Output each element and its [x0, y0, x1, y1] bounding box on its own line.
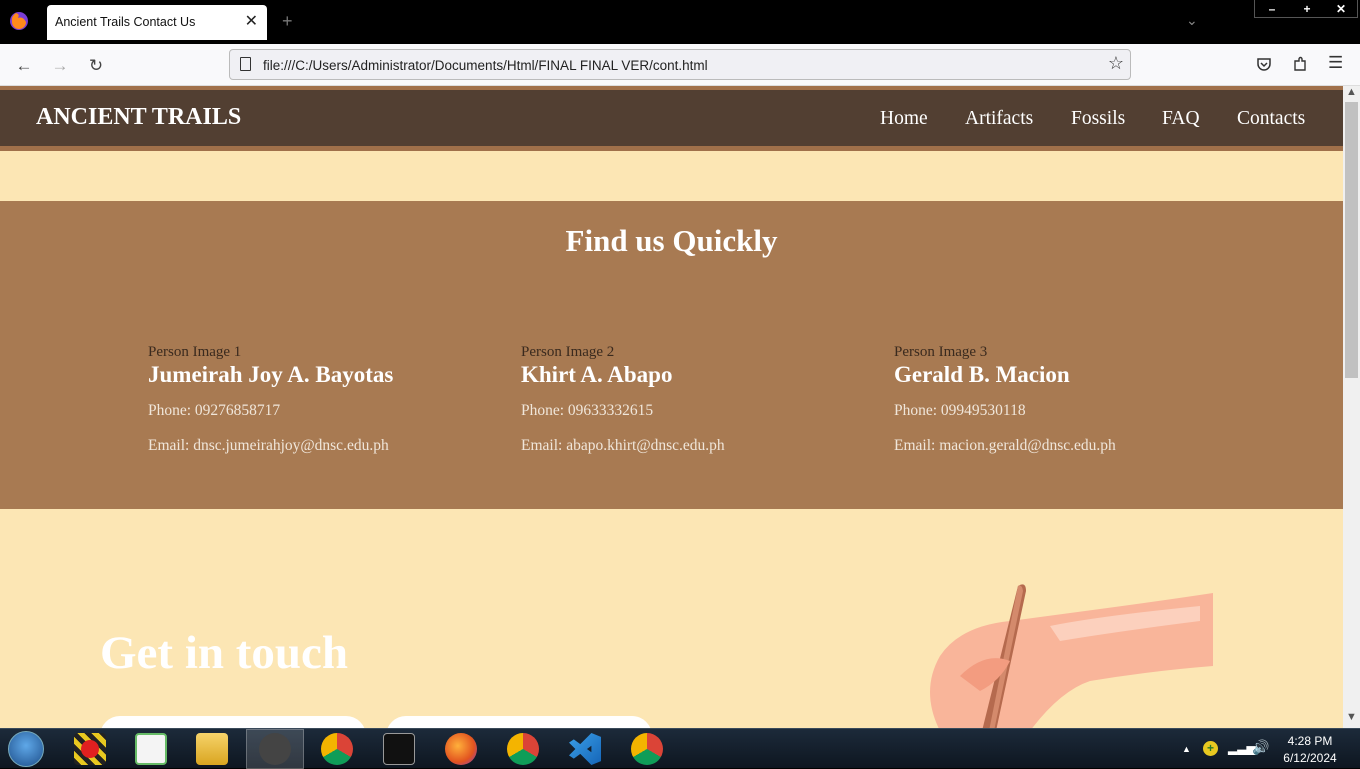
vscode-icon[interactable] — [569, 733, 601, 765]
page-viewport: ANCIENT TRAILS Home Artifacts Fossils FA… — [0, 86, 1343, 728]
site-logo[interactable]: ANCIENT TRAILS — [36, 104, 241, 131]
person-phone: Phone: 09949530118 — [894, 402, 1026, 419]
nav-home[interactable]: Home — [880, 108, 928, 130]
minimize-icon[interactable]: – — [1255, 0, 1289, 18]
scroll-up-icon[interactable]: ▲ — [1346, 86, 1357, 98]
chrome-profile-icon[interactable] — [507, 733, 539, 765]
scroll-down-icon[interactable]: ▼ — [1346, 711, 1357, 723]
person-email: Email: macion.gerald@dnsc.edu.ph — [894, 437, 1116, 454]
clock-date: 6/12/2024 — [1283, 751, 1337, 765]
person-image: Person Image 2 — [521, 344, 615, 360]
command-prompt-icon[interactable] — [383, 733, 415, 765]
get-in-touch-heading: Get in touch — [100, 627, 349, 679]
email-input[interactable] — [386, 716, 652, 728]
pocket-icon[interactable] — [1256, 56, 1272, 72]
address-bar[interactable]: file:///C:/Users/Administrator/Documents… — [229, 49, 1131, 80]
chrome-icon[interactable] — [321, 733, 353, 765]
contact-card: Person Image 3 Gerald B. Macion Phone: 0… — [894, 344, 1234, 455]
find-us-section: Find us Quickly Person Image 1 Jumeirah … — [0, 201, 1343, 509]
back-arrow-icon[interactable]: ← — [14, 56, 34, 76]
windows-taskbar: ▲ + ▂▃▅ 🔊 4:28 PM 6/12/2024 — [0, 728, 1360, 769]
firefox-taskbar-icon[interactable] — [445, 733, 477, 765]
person-email: Email: dnsc.jumeirahjoy@dnsc.edu.ph — [148, 437, 389, 454]
contact-card: Person Image 2 Khirt A. Abapo Phone: 096… — [521, 344, 861, 455]
nav-faq[interactable]: FAQ — [1162, 108, 1200, 130]
menu-icon[interactable]: ☰ — [1328, 53, 1343, 73]
section-title: Find us Quickly — [565, 223, 778, 258]
maximize-icon[interactable]: + — [1290, 0, 1324, 18]
recorder-app-icon[interactable] — [74, 733, 106, 765]
close-tab-icon[interactable]: ✕ — [245, 11, 258, 31]
person-image: Person Image 3 — [894, 344, 988, 360]
writing-hand-illustration — [930, 584, 1213, 728]
person-image: Person Image 1 — [148, 344, 242, 360]
page-icon — [240, 57, 251, 71]
nav-fossils[interactable]: Fossils — [1071, 108, 1125, 130]
new-tab-icon[interactable]: + — [282, 11, 293, 32]
scrollbar-thumb[interactable] — [1345, 102, 1358, 378]
system-clock[interactable]: 4:28 PM 6/12/2024 — [1278, 733, 1342, 767]
person-name: Khirt A. Abapo — [521, 362, 673, 387]
close-window-icon[interactable]: ✕ — [1324, 0, 1358, 18]
file-explorer-icon[interactable] — [196, 733, 228, 765]
volume-icon[interactable]: 🔊 — [1252, 739, 1269, 756]
vertical-scrollbar[interactable]: ▲ ▼ — [1343, 86, 1360, 728]
tray-app-icon[interactable]: + — [1203, 741, 1218, 756]
firefox-icon[interactable] — [8, 10, 30, 32]
nav-artifacts[interactable]: Artifacts — [965, 108, 1033, 130]
person-name: Gerald B. Macion — [894, 362, 1070, 387]
person-name: Jumeirah Joy A. Bayotas — [148, 362, 394, 387]
browser-tab-strip: Ancient Trails Contact Us ✕ + ⌄ – + ✕ — [0, 0, 1360, 44]
forward-arrow-icon[interactable]: → — [50, 56, 70, 76]
browser-tab[interactable]: Ancient Trails Contact Us ✕ — [47, 5, 267, 40]
tab-title: Ancient Trails Contact Us — [55, 15, 196, 29]
extensions-icon[interactable] — [1292, 56, 1308, 72]
camera-app-icon[interactable] — [259, 733, 291, 765]
clock-time: 4:28 PM — [1287, 734, 1333, 748]
person-phone: Phone: 09633332615 — [521, 402, 654, 419]
start-button-icon[interactable] — [8, 731, 44, 767]
chrome-second-icon[interactable] — [631, 733, 663, 765]
tray-expand-icon[interactable]: ▲ — [1182, 744, 1191, 754]
person-phone: Phone: 09276858717 — [148, 402, 281, 419]
reload-icon[interactable]: ↻ — [86, 56, 106, 76]
url-text[interactable]: file:///C:/Users/Administrator/Documents… — [263, 58, 708, 73]
bookmark-star-icon[interactable]: ☆ — [1108, 53, 1124, 74]
notepad-plus-icon[interactable] — [135, 733, 167, 765]
chevron-down-icon[interactable]: ⌄ — [1186, 12, 1198, 29]
browser-toolbar: ← → ↻ file:///C:/Users/Administrator/Doc… — [0, 44, 1360, 86]
nav-contacts[interactable]: Contacts — [1237, 108, 1305, 130]
name-input[interactable] — [100, 716, 366, 728]
contact-card: Person Image 1 Jumeirah Joy A. Bayotas P… — [148, 344, 488, 455]
person-email: Email: abapo.khirt@dnsc.edu.ph — [521, 437, 725, 454]
site-header: ANCIENT TRAILS Home Artifacts Fossils FA… — [0, 86, 1343, 151]
window-controls: – + ✕ — [1254, 0, 1358, 18]
